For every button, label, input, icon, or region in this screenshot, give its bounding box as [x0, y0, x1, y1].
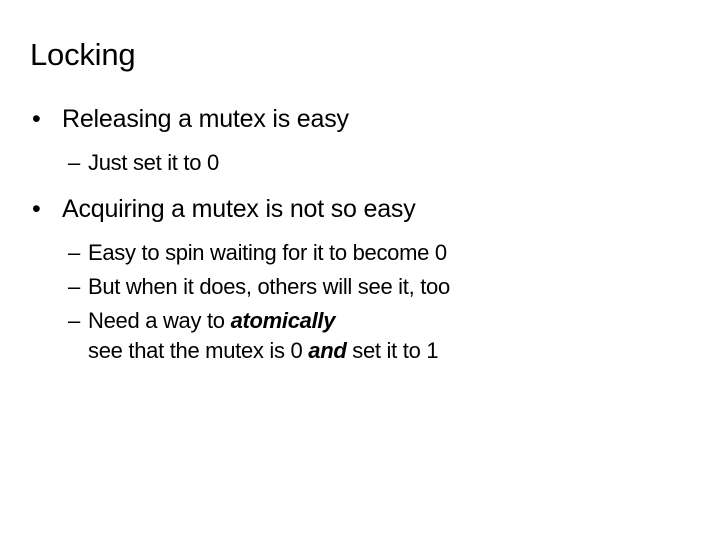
sub-bullet-text: But when it does, others will see it, to… — [88, 274, 450, 299]
page-title: Locking — [30, 37, 136, 72]
dash-icon: – — [68, 308, 80, 333]
sub-bullet-text: Just set it to 0 — [88, 150, 219, 175]
bullet-text: Acquiring a mutex is not so easy — [62, 195, 416, 223]
sub-bullet-text: Easy to spin waiting for it to become 0 — [88, 240, 447, 265]
sub-bullet-item-easy-to-spin: – Easy to spin waiting for it to become … — [30, 238, 690, 268]
sub-bullet-item-need-a-way-continuation: see that the mutex is 0 and set it to 1 — [30, 336, 690, 366]
slide-canvas: Locking • Releasing a mutex is easy – Ju… — [0, 0, 720, 540]
sub-bullet-text-cont-lead: see that the mutex is 0 — [88, 338, 309, 363]
sub-bullet-text-lead: Need a way to — [88, 308, 231, 333]
bullet-item-releasing: • Releasing a mutex is easy — [30, 102, 690, 136]
bullet-dot-icon: • — [32, 195, 41, 223]
bullet-dot-icon: • — [32, 105, 41, 133]
bullet-item-acquiring: • Acquiring a mutex is not so easy — [30, 192, 690, 226]
dash-icon: – — [68, 274, 80, 299]
sub-bullet-text-cont-emphasis: and — [308, 338, 347, 363]
sub-bullet-item-but-when: – But when it does, others will see it, … — [30, 272, 690, 302]
sub-bullet-item-need-a-way: – Need a way to atomically — [30, 306, 690, 336]
sub-bullet-text-cont-tail: set it to 1 — [346, 338, 439, 363]
sub-bullet-text-emphasis: atomically — [230, 308, 336, 333]
slide-body: • Releasing a mutex is easy – Just set i… — [30, 102, 690, 366]
sub-bullet-item-just-set: – Just set it to 0 — [30, 148, 690, 178]
bullet-text: Releasing a mutex is easy — [62, 105, 349, 133]
dash-icon: – — [68, 240, 80, 265]
dash-icon: – — [68, 150, 80, 175]
